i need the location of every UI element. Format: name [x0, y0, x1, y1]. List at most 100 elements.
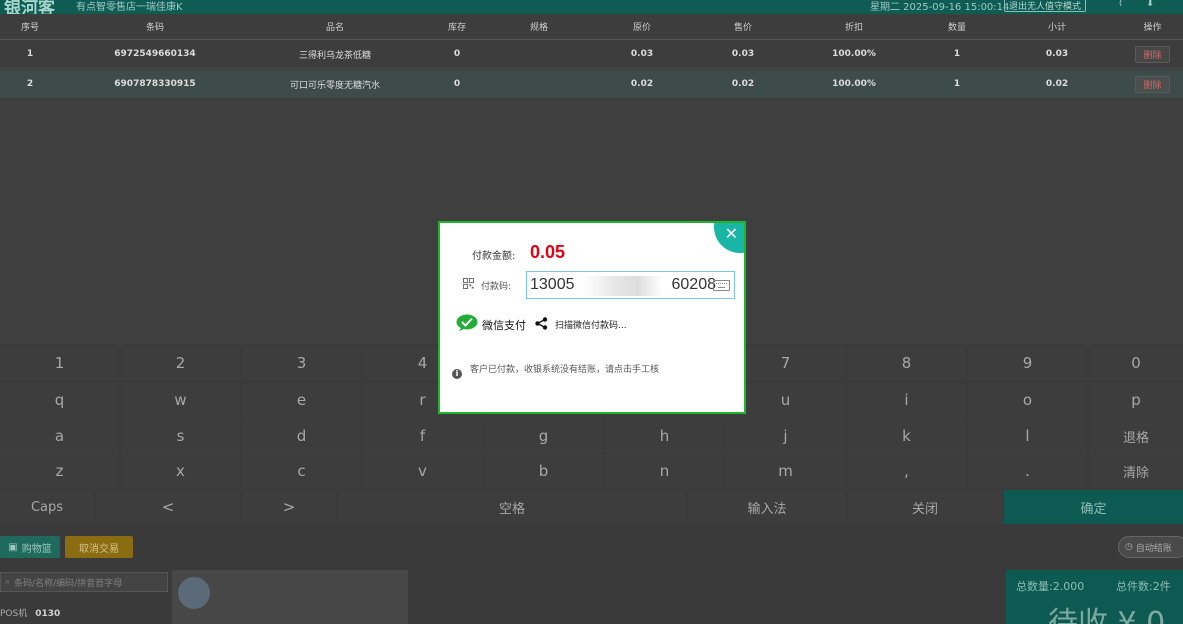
top-bar: 银河客 有点智零售店一瑞佳康K 星期二 2025-09-16 15:00:14 …	[0, 0, 1183, 14]
row-discount: 100.00%	[832, 49, 876, 59]
bottom-panel: ▣ 购物篮 取消交易 ◷ 自动结账 ⌕ 条码/名称/编码/拼音首字母 POS机 0…	[0, 526, 1183, 624]
key[interactable]: z	[0, 454, 119, 488]
col-index: 序号	[20, 23, 39, 33]
less-than-key[interactable]: <	[96, 490, 240, 524]
row-name: 可口可乐零度无糖汽水	[289, 80, 380, 91]
row-barcode: 6907878330915	[114, 79, 196, 89]
table-row[interactable]: 2 6907878330915 可口可乐零度无糖汽水 0 0.02 0.02 1…	[0, 70, 1183, 98]
amount-due: 待收 ¥ 0	[1048, 606, 1166, 624]
payment-code-input[interactable]: 13005 60208	[526, 271, 735, 299]
key[interactable]: s	[121, 419, 240, 453]
member-panel[interactable]	[172, 570, 408, 624]
product-search-input[interactable]: ⌕ 条码/名称/编码/拼音首字母	[0, 572, 168, 592]
key[interactable]: ,	[847, 454, 966, 488]
col-stock: 库存	[447, 23, 466, 33]
row-subtotal: 0.02	[1045, 79, 1069, 89]
store-name: 有点智零售店一瑞佳康K	[76, 2, 183, 13]
cancel-transaction-button[interactable]: 取消交易	[65, 536, 133, 558]
exit-unattended-mode-button[interactable]: 退出无人值守模式	[1004, 0, 1087, 12]
key[interactable]: 9	[968, 346, 1087, 380]
info-icon: i	[452, 369, 462, 379]
key[interactable]: c	[242, 454, 361, 488]
qrcode-icon	[463, 278, 474, 289]
keyboard-icon[interactable]	[713, 280, 730, 291]
col-spec: 规格	[529, 23, 548, 33]
key[interactable]: i	[847, 383, 966, 417]
datetime: 星期二 2025-09-16 15:00:14	[870, 2, 1010, 13]
table-row[interactable]: 1 6972549660134 三得利乌龙茶低糖 0 0.03 0.03 100…	[0, 40, 1183, 69]
pos-info: POS机 0130	[0, 606, 60, 619]
key[interactable]: w	[121, 383, 240, 417]
close-icon[interactable]: ✕	[725, 225, 738, 243]
key[interactable]: h	[605, 419, 724, 453]
row-price: 0.02	[731, 79, 755, 89]
key[interactable]: 2	[121, 346, 240, 380]
key[interactable]: 3	[242, 346, 361, 380]
pos-label: POS机	[0, 609, 28, 619]
key[interactable]: 1	[0, 346, 119, 380]
key[interactable]: a	[0, 419, 119, 453]
col-qty: 数量	[947, 23, 966, 33]
key[interactable]: p	[1089, 383, 1183, 417]
avatar	[178, 577, 210, 609]
key[interactable]: j	[726, 419, 845, 453]
key[interactable]: k	[847, 419, 966, 453]
key[interactable]: m	[726, 454, 845, 488]
payment-code-suffix: 60208	[671, 276, 717, 293]
row-index: 2	[26, 79, 34, 89]
key[interactable]: d	[242, 419, 361, 453]
confirm-key[interactable]: 确定	[1004, 490, 1183, 524]
row-spec	[494, 40, 584, 68]
search-placeholder: 条码/名称/编码/拼音首字母	[14, 578, 123, 589]
row-original-price: 0.02	[630, 79, 654, 89]
key[interactable]: v	[363, 454, 482, 488]
wechat-pay-label: 微信支付	[482, 319, 526, 332]
share-icon	[535, 317, 548, 330]
ime-key[interactable]: 输入法	[688, 490, 846, 524]
key[interactable]: e	[242, 383, 361, 417]
row-discount: 100.00%	[832, 79, 876, 89]
row-name: 三得利乌龙茶低糖	[298, 50, 371, 61]
amount-label: 付款金额:	[472, 251, 516, 262]
delete-button[interactable]: 删除	[1135, 75, 1170, 93]
redaction-blur	[582, 276, 662, 296]
app-logo: 银河客	[4, 0, 55, 14]
row-subtotal: 0.03	[1045, 49, 1069, 59]
pos-value: 0130	[35, 609, 61, 619]
auto-checkout-toggle[interactable]: ◷ 自动结账	[1118, 536, 1183, 558]
row-barcode: 6972549660134	[114, 49, 196, 59]
row-spec	[494, 70, 584, 98]
key[interactable]: q	[0, 383, 119, 417]
key[interactable]: 8	[847, 346, 966, 380]
key[interactable]: 0	[1089, 346, 1183, 380]
total-quantity: 总数量:2.000	[1016, 580, 1085, 593]
key[interactable]: l	[968, 419, 1087, 453]
key[interactable]: .	[968, 454, 1087, 488]
key[interactable]: g	[484, 419, 603, 453]
delete-button[interactable]: 删除	[1135, 45, 1170, 63]
greater-than-key[interactable]: >	[242, 490, 336, 524]
cart-icon: ▣	[8, 541, 18, 553]
total-items: 总件数:2件	[1116, 580, 1171, 593]
download-icon[interactable]: ⬇	[1146, 0, 1154, 9]
search-icon: ⌕	[5, 577, 11, 587]
key[interactable]: b	[484, 454, 603, 488]
col-original-price: 原价	[632, 23, 651, 33]
payment-code-label: 付款码:	[481, 282, 512, 292]
payment-code-prefix: 13005	[530, 276, 575, 293]
key[interactable]: n	[605, 454, 724, 488]
caps-key[interactable]: Caps	[0, 490, 94, 524]
backspace-key[interactable]: 退格	[1089, 419, 1183, 453]
clear-key[interactable]: 清除	[1089, 454, 1183, 488]
cart-button[interactable]: ▣ 购物篮	[0, 536, 60, 558]
key[interactable]: x	[121, 454, 240, 488]
space-key[interactable]: 空格	[338, 490, 686, 524]
close-keyboard-key[interactable]: 关闭	[848, 490, 1002, 524]
manual-verify-notice[interactable]: 客户已付款，收银系统没有结账，请点击手工核	[470, 364, 680, 376]
key[interactable]: o	[968, 383, 1087, 417]
key[interactable]: f	[363, 419, 482, 453]
row-price: 0.03	[731, 49, 755, 59]
col-price: 售价	[733, 23, 752, 33]
cart-button-label: 购物篮	[21, 543, 52, 555]
totals-panel: 总数量:2.000 总件数:2件 待收 ¥ 0	[1006, 570, 1183, 624]
